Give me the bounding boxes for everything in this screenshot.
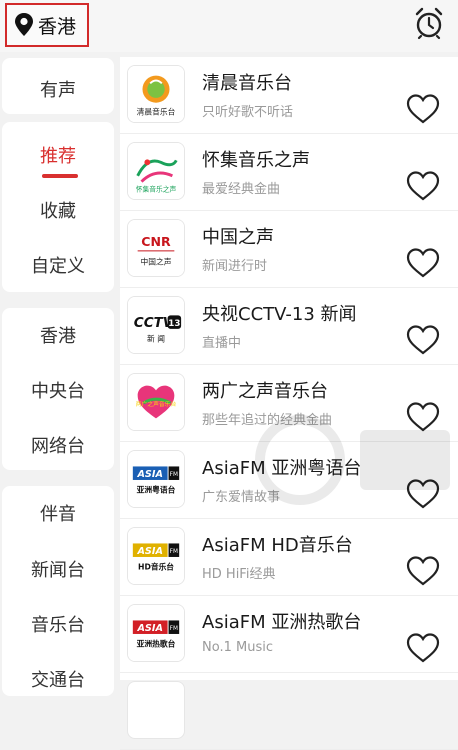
station-subtitle: 直播中 bbox=[202, 336, 242, 351]
sidebar-item-traffic[interactable]: 交通台 bbox=[2, 666, 114, 692]
station-logo: ASIA FM 亚洲粤语台 bbox=[127, 450, 185, 508]
sidebar-item-audio[interactable]: 有声 bbox=[2, 76, 114, 102]
active-tab-indicator bbox=[42, 174, 78, 178]
station-title: 怀集音乐之声 bbox=[202, 150, 310, 171]
station-title: 清晨音乐台 bbox=[202, 73, 292, 94]
station-logo: ASIA FM HD音乐台 bbox=[127, 527, 185, 585]
station-subtitle: 只听好歌不听话 bbox=[202, 105, 294, 120]
logo-text: 新 闻 bbox=[147, 333, 165, 343]
logo-text: 亚洲粤语台 bbox=[137, 485, 176, 495]
favorite-heart-icon[interactable] bbox=[406, 632, 440, 664]
station-logo: 清晨音乐台 bbox=[127, 65, 185, 123]
logo-text: 亚洲热歌台 bbox=[137, 639, 176, 649]
logo-text: HD音乐台 bbox=[138, 562, 174, 572]
sidebar-item-favorites[interactable]: 收藏 bbox=[2, 197, 114, 223]
station-subtitle: HD HiFi经典 bbox=[202, 567, 276, 582]
station-title: AsiaFM 亚洲粤语台 bbox=[202, 458, 362, 479]
location-selector[interactable]: 香港 bbox=[5, 3, 89, 47]
favorite-heart-icon[interactable] bbox=[406, 478, 440, 510]
station-title: AsiaFM HD音乐台 bbox=[202, 535, 353, 556]
sidebar-item-news[interactable]: 新闻台 bbox=[2, 556, 114, 582]
station-row[interactable] bbox=[120, 673, 458, 750]
station-logo: 怀集音乐之声 bbox=[127, 142, 185, 200]
sidebar-item-central[interactable]: 中央台 bbox=[2, 377, 114, 403]
station-logo: CCTV 13 新 闻 bbox=[127, 296, 185, 354]
station-row[interactable]: CCTV 13 新 闻 央视CCTV-13 新闻 直播中 bbox=[120, 288, 458, 365]
favorite-heart-icon[interactable] bbox=[406, 555, 440, 587]
logo-text: 清晨音乐台 bbox=[137, 106, 176, 116]
logo-brand: ASIA bbox=[136, 546, 162, 557]
station-row[interactable]: 两广之声音乐台 两广之声音乐台 那些年追过的经典金曲 bbox=[120, 365, 458, 442]
logo-fm: FM bbox=[170, 626, 178, 632]
station-subtitle: No.1 Music bbox=[202, 640, 273, 655]
station-subtitle: 广东爱情故事 bbox=[202, 490, 281, 505]
sidebar-item-network[interactable]: 网络台 bbox=[2, 432, 114, 458]
station-subtitle: 新闻进行时 bbox=[202, 259, 268, 274]
logo-text: 中国之声 bbox=[141, 256, 172, 266]
sidebar-group-audio: 有声 bbox=[2, 58, 114, 114]
station-subtitle: 最爱经典金曲 bbox=[202, 182, 281, 197]
sidebar-group-genre: 伴音 新闻台 音乐台 交通台 bbox=[2, 486, 114, 696]
sidebar-item-music[interactable]: 音乐台 bbox=[2, 611, 114, 637]
logo-text: 两广之声音乐台 bbox=[136, 400, 177, 408]
logo-brand: ASIA bbox=[136, 469, 162, 480]
station-row[interactable]: 怀集音乐之声 怀集音乐之声 最爱经典金曲 bbox=[120, 134, 458, 211]
sidebar-group-region: 香港 中央台 网络台 bbox=[2, 308, 114, 470]
station-title: 中国之声 bbox=[202, 227, 274, 248]
station-row[interactable]: 清晨音乐台 清晨音乐台 只听好歌不听话 bbox=[120, 57, 458, 134]
station-row[interactable]: ASIA FM 亚洲粤语台 AsiaFM 亚洲粤语台 广东爱情故事 bbox=[120, 442, 458, 519]
station-row[interactable]: ASIA FM HD音乐台 AsiaFM HD音乐台 HD HiFi经典 bbox=[120, 519, 458, 596]
sidebar-group-main: 推荐 收藏 自定义 bbox=[2, 122, 114, 292]
station-logo: 两广之声音乐台 bbox=[127, 373, 185, 431]
location-pin-icon bbox=[15, 13, 33, 36]
station-row[interactable]: CNR 中国之声 中国之声 新闻进行时 bbox=[120, 211, 458, 288]
category-sidebar: 有声 推荐 收藏 自定义 香港 中央台 网络台 伴音 新闻台 音乐台 交通台 bbox=[0, 52, 116, 696]
station-logo bbox=[127, 681, 185, 739]
sidebar-item-accompany[interactable]: 伴音 bbox=[2, 500, 114, 526]
top-bar: 香港 bbox=[0, 0, 458, 52]
logo-brand: ASIA bbox=[136, 623, 162, 634]
logo-brand: CNR bbox=[141, 234, 171, 249]
favorite-heart-icon[interactable] bbox=[406, 93, 440, 125]
station-logo: ASIA FM 亚洲热歌台 bbox=[127, 604, 185, 662]
station-title: 两广之声音乐台 bbox=[202, 381, 328, 402]
station-subtitle: 那些年追过的经典金曲 bbox=[202, 413, 333, 428]
favorite-heart-icon[interactable] bbox=[406, 324, 440, 356]
station-list: 清晨音乐台 清晨音乐台 只听好歌不听话 怀集音乐之声 怀集音乐之声 最爱经典金曲 bbox=[120, 57, 458, 750]
favorite-heart-icon[interactable] bbox=[406, 401, 440, 433]
station-row[interactable]: ASIA FM 亚洲热歌台 AsiaFM 亚洲热歌台 No.1 Music bbox=[120, 596, 458, 673]
logo-fm: FM bbox=[170, 549, 178, 555]
logo-text: 怀集音乐之声 bbox=[136, 184, 177, 193]
alarm-clock-icon[interactable] bbox=[412, 6, 446, 40]
station-title: 央视CCTV-13 新闻 bbox=[202, 304, 357, 325]
sidebar-item-hongkong[interactable]: 香港 bbox=[2, 322, 114, 348]
logo-number: 13 bbox=[168, 319, 180, 329]
logo-fm: FM bbox=[170, 472, 178, 478]
station-title: AsiaFM 亚洲热歌台 bbox=[202, 612, 362, 633]
sidebar-item-custom[interactable]: 自定义 bbox=[2, 252, 114, 278]
favorite-heart-icon[interactable] bbox=[406, 170, 440, 202]
station-logo: CNR 中国之声 bbox=[127, 219, 185, 277]
location-label: 香港 bbox=[38, 15, 77, 38]
favorite-heart-icon[interactable] bbox=[406, 247, 440, 279]
sidebar-item-recommend[interactable]: 推荐 bbox=[2, 142, 114, 168]
